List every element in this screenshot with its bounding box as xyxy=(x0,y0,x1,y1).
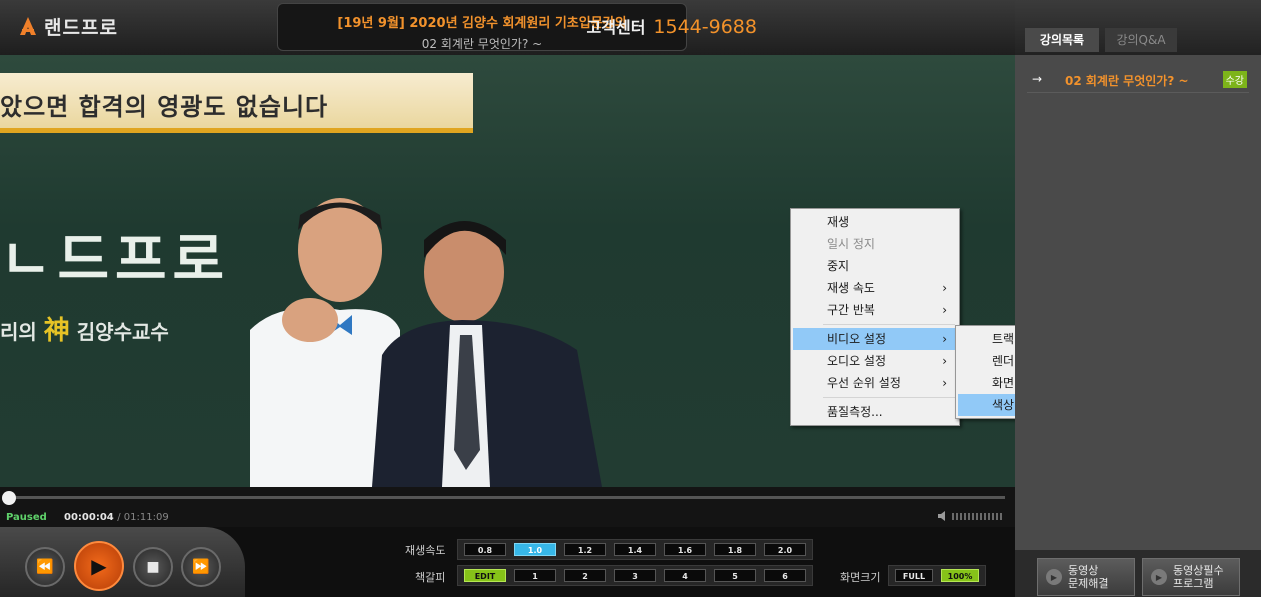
speed-button[interactable]: 1.4 xyxy=(614,543,656,556)
control-bar: ⏪ ▶ ■ ⏩ 재생속도 0.8 1.0 1.2 1.4 1.6 1.8 2.0… xyxy=(0,527,1015,597)
menu-item-label: 중지 xyxy=(827,259,850,273)
menu-item-repeat-section[interactable]: 구간 반복 › xyxy=(793,299,957,321)
speed-label: 재생속도 xyxy=(405,544,446,557)
speed-button[interactable]: 0.8 xyxy=(464,543,506,556)
progress-bar-area: Paused 00:00:04 / 01:11:09 xyxy=(0,487,1015,527)
tab-lecture-list[interactable]: 강의목록 xyxy=(1025,28,1099,52)
side-panel-header: 강의목록 강의Q&A xyxy=(1015,0,1261,55)
tab-lecture-qna[interactable]: 강의Q&A xyxy=(1105,28,1177,52)
context-menu: 재생 일시 정지 중지 재생 속도 › 구간 반복 › 비디오 설정 › 오디오 설정… xyxy=(790,208,960,426)
menu-item-stop[interactable]: 중지 xyxy=(793,255,957,277)
menu-separator xyxy=(823,324,955,325)
lecture-status-badge: 수강 xyxy=(1222,71,1247,88)
customer-center-label: 고객센터 xyxy=(586,18,646,37)
bookmark-button[interactable]: 3 xyxy=(614,569,656,582)
required-programs-button[interactable]: ▶ 동영상필수 프로그램 xyxy=(1142,558,1240,596)
volume-icon[interactable] xyxy=(938,510,1004,522)
customer-center: 고객센터 1544-9688 xyxy=(587,14,757,38)
sub-text-pre: 리의 xyxy=(0,320,37,344)
lecture-list: → 02 회계란 무엇인가? ~ 수강 xyxy=(1015,55,1261,550)
landpro-logo-icon xyxy=(20,17,36,35)
screen-size-buttons: FULL 100% xyxy=(888,565,986,586)
menu-item-play[interactable]: 재생 xyxy=(793,211,957,233)
menu-item-label: 일시 정지 xyxy=(827,237,875,251)
menu-item-label: 오디오 설정 xyxy=(827,354,887,368)
video-sub-text: 리의 神 김양수교수 xyxy=(0,310,169,347)
video-troubleshoot-button[interactable]: ▶ 동영상 문제해결 xyxy=(1037,558,1135,596)
menu-item-label: 품질측정... xyxy=(827,405,883,419)
player-state: Paused xyxy=(6,512,47,523)
speed-button-selected[interactable]: 1.0 xyxy=(514,543,556,556)
top-bar: 랜드프로 [19년 9월] 2020년 김양수 회계원리 기초입문강의 02 회… xyxy=(0,0,1015,55)
play-circle-icon: ▶ xyxy=(1151,569,1167,585)
play-icon: ▶ xyxy=(91,554,107,578)
fullscreen-button[interactable]: FULL xyxy=(895,569,933,582)
menu-item-playback-speed[interactable]: 재생 속도 › xyxy=(793,277,957,299)
lecture-list-item[interactable]: → 02 회계란 무엇인가? ~ 수강 xyxy=(1027,67,1249,93)
current-arrow-icon: → xyxy=(1032,72,1043,86)
total-time: / 01:11:09 xyxy=(117,512,169,523)
submenu-arrow-icon: › xyxy=(942,354,947,368)
bookmark-button[interactable]: 6 xyxy=(764,569,806,582)
menu-item-quality-measure[interactable]: 품질측정... xyxy=(793,401,957,423)
menu-item-label: 비디오 설정 xyxy=(827,332,887,346)
bookmark-button[interactable]: 1 xyxy=(514,569,556,582)
bookmark-edit-button[interactable]: EDIT xyxy=(464,569,506,582)
speed-button[interactable]: 1.8 xyxy=(714,543,756,556)
time-display: 00:00:04 / 01:11:09 xyxy=(64,512,169,523)
menu-item-label: 트랙 xyxy=(992,332,1015,346)
menu-item-label: 재생 속도 xyxy=(827,281,875,295)
video-big-text: ㄴ드프로 xyxy=(0,228,231,293)
fast-forward-button[interactable]: ⏩ xyxy=(181,547,221,587)
sub-text-highlight: 神 xyxy=(43,316,70,346)
presenter-image xyxy=(372,221,602,487)
bookmark-button[interactable]: 2 xyxy=(564,569,606,582)
menu-item-pause: 일시 정지 xyxy=(793,233,957,255)
speed-button[interactable]: 1.6 xyxy=(664,543,706,556)
submenu-arrow-icon: › xyxy=(942,332,947,346)
current-time: 00:00:04 xyxy=(64,512,114,523)
side-panel-footer: ▶ 동영상 문제해결 ▶ 동영상필수 프로그램 xyxy=(1015,550,1261,597)
menu-item-priority-settings[interactable]: 우선 순위 설정 › xyxy=(793,372,957,394)
submenu-arrow-icon: › xyxy=(942,281,947,295)
logo-text: 랜드프로 xyxy=(44,16,118,39)
bookmark-label: 책갈피 xyxy=(415,571,446,584)
side-panel: 강의목록 강의Q&A → 02 회계란 무엇인가? ~ 수강 ▶ 동영상 문제해… xyxy=(1015,0,1261,597)
video-troubleshoot-label: 동영상 문제해결 xyxy=(1068,564,1109,590)
size-100-button[interactable]: 100% xyxy=(941,569,979,582)
submenu-arrow-icon: › xyxy=(942,303,947,317)
menu-item-video-settings[interactable]: 비디오 설정 › xyxy=(793,328,957,350)
bookmark-button[interactable]: 4 xyxy=(664,569,706,582)
fast-forward-icon: ⏩ xyxy=(192,559,210,575)
menu-separator xyxy=(823,397,955,398)
menu-item-label: 구간 반복 xyxy=(827,303,875,317)
screen-size-label: 화면크기 xyxy=(840,571,881,584)
menu-item-label: 우선 순위 설정 xyxy=(827,376,901,390)
stop-button[interactable]: ■ xyxy=(133,547,173,587)
stop-icon: ■ xyxy=(146,559,160,575)
speed-buttons: 0.8 1.0 1.2 1.4 1.6 1.8 2.0 xyxy=(457,539,813,560)
speed-button[interactable]: 1.2 xyxy=(564,543,606,556)
brand-logo[interactable]: 랜드프로 xyxy=(18,12,118,40)
bookmark-buttons: EDIT 1 2 3 4 5 6 xyxy=(457,565,813,586)
play-circle-icon: ▶ xyxy=(1046,569,1062,585)
play-button[interactable]: ▶ xyxy=(74,541,124,591)
lecture-item-title: 02 회계란 무엇인가? ~ xyxy=(1065,74,1189,88)
required-programs-label: 동영상필수 프로그램 xyxy=(1173,564,1224,590)
video-banner: 았으면 합격의 영광도 없습니다 xyxy=(0,73,473,133)
submenu-arrow-icon: › xyxy=(942,376,947,390)
bookmark-button[interactable]: 5 xyxy=(714,569,756,582)
menu-item-audio-settings[interactable]: 오디오 설정 › xyxy=(793,350,957,372)
speed-button[interactable]: 2.0 xyxy=(764,543,806,556)
rewind-icon: ⏪ xyxy=(36,559,54,575)
seek-handle[interactable] xyxy=(1,491,16,505)
customer-center-phone: 1544-9688 xyxy=(653,16,757,38)
menu-item-label: 재생 xyxy=(827,215,850,229)
rewind-button[interactable]: ⏪ xyxy=(25,547,65,587)
transport-panel: ⏪ ▶ ■ ⏩ xyxy=(0,527,245,597)
sub-text-post: 김양수교수 xyxy=(76,320,169,344)
banner-text: 았으면 합격의 영광도 없습니다 xyxy=(0,93,329,121)
seek-track[interactable] xyxy=(8,496,1005,499)
